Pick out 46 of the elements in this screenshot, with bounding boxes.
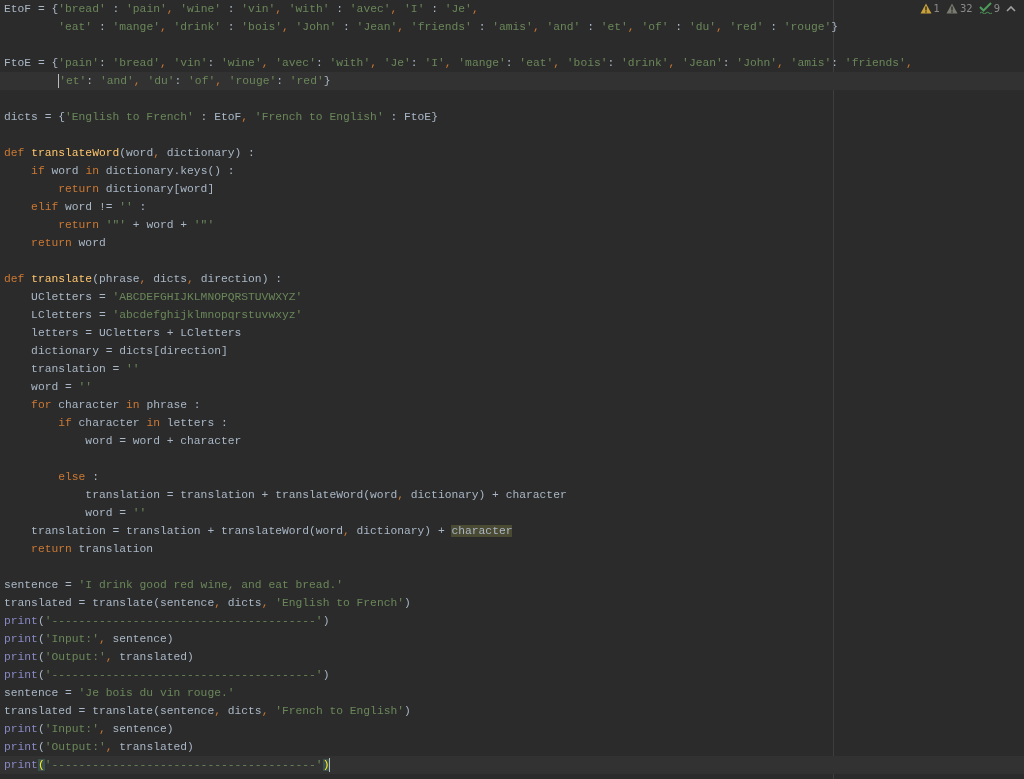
- code-line: sentence = 'I drink good red wine, and eat bread.': [4, 579, 343, 591]
- code-line: return word: [30, 237, 106, 249]
- code-line: word = '': [84, 507, 147, 519]
- code-line: FtoE = {'pain': 'bread', 'vin': 'wine', 'avec': 'with', 'Je': 'I', 'mange': 'eat', 'bois': 'drink', 'Jean': 'John', 'amis': 'friends',: [4, 57, 913, 69]
- inspection-count: 9: [993, 2, 1000, 14]
- code-line: translation = translation + translateWord(word, dictionary) + character: [30, 525, 513, 537]
- code-line: word = word + character: [84, 435, 242, 447]
- code-line: if character in letters :: [57, 417, 228, 429]
- code-line: translation = '': [30, 363, 140, 375]
- code-line: print('---------------------------------------'): [4, 759, 331, 771]
- code-line: print('---------------------------------------'): [4, 669, 330, 681]
- code-line: if word in dictionary.keys() :: [30, 165, 235, 177]
- inspection-count: 32: [959, 2, 973, 14]
- code-line: sentence = 'Je bois du vin rouge.': [4, 687, 235, 699]
- code-line: translation = translation + translateWord(word, dictionary) + character: [84, 489, 567, 501]
- code-line: return dictionary[word]: [57, 183, 215, 195]
- code-line: print('Output:', translated): [4, 741, 194, 753]
- code-line: translated = translate(sentence, dicts, 'French to English'): [4, 705, 411, 717]
- warning-icon[interactable]: [919, 2, 932, 14]
- code-line: LCletters = 'abcdefghijklmnopqrstuvwxyz': [30, 309, 303, 321]
- code-line: for character in phrase :: [30, 399, 201, 411]
- code-line: print('Input:', sentence): [4, 633, 174, 645]
- inspection-count: 1: [933, 2, 940, 14]
- code-line: 'et': 'and', 'du': 'of', 'rouge': 'red'}: [57, 75, 331, 87]
- check-icon[interactable]: [978, 2, 992, 14]
- code-line: print('Output:', translated): [4, 651, 194, 663]
- code-line: def translate(phrase, dicts, direction) :: [4, 273, 282, 285]
- code-line: elif word != '' :: [30, 201, 147, 213]
- text-cursor: [58, 74, 60, 88]
- code-line: translated = translate(sentence, dicts, 'English to French'): [4, 597, 411, 609]
- code-line: UCletters = 'ABCDEFGHIJKLMNOPQRSTUVWXYZ': [30, 291, 303, 303]
- code-line: print('---------------------------------------'): [4, 615, 330, 627]
- code-line: EtoF = {'bread' : 'pain', 'wine' : 'vin', 'with' : 'avec', 'I' : 'Je',: [4, 3, 479, 15]
- code-line: letters = UCletters + LCletters: [30, 327, 242, 339]
- code-line: else :: [57, 471, 99, 483]
- code-line: return translation: [30, 543, 154, 555]
- code-line: def translateWord(word, dictionary) :: [4, 147, 255, 159]
- warning-icon[interactable]: [945, 2, 958, 14]
- code-line: dictionary = dicts[direction]: [30, 345, 228, 357]
- code-line: print('Input:', sentence): [4, 723, 174, 735]
- code-line: dicts = {'English to French' : EtoF, 'French to English' : FtoE}: [4, 111, 438, 123]
- code-line: word = '': [30, 381, 93, 393]
- code-line: 'eat' : 'mange', 'drink' : 'bois', 'John' : 'Jean', 'friends' : 'amis', 'and' : 'et', 'of' : 'du', 'red' : 'rouge'}: [57, 21, 839, 33]
- caret-up-icon[interactable]: [1006, 4, 1016, 12]
- code-line: return '"' + word + '"': [57, 219, 215, 231]
- text-cursor: [329, 758, 331, 772]
